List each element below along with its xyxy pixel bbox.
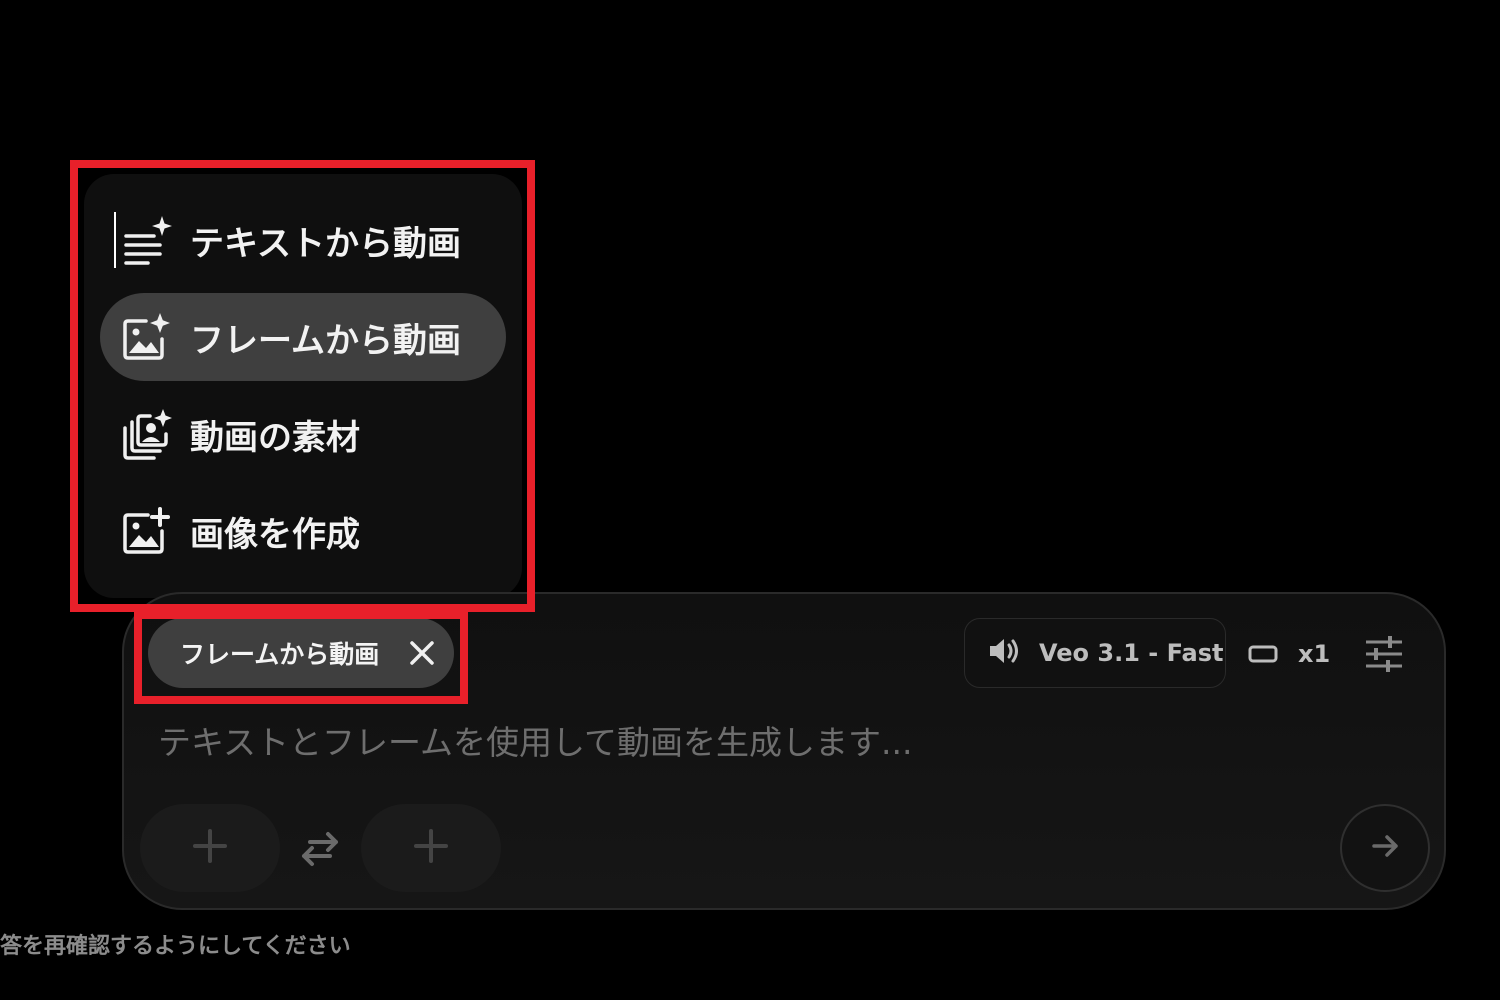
aspect-ratio-icon[interactable] — [1248, 644, 1278, 664]
prompt-input[interactable] — [158, 716, 1258, 768]
model-selector-button[interactable]: Veo 3.1 - Fast — [964, 618, 1226, 688]
text-caret — [114, 212, 116, 268]
image-plus-icon — [120, 505, 172, 557]
speaker-icon — [987, 636, 1021, 670]
ingredients-sparkle-icon — [120, 408, 172, 460]
menu-item-ingredients-to-video[interactable]: 動画の素材 — [100, 390, 506, 478]
model-label: Veo 3.1 - Fast — [1039, 639, 1224, 667]
mode-chip[interactable]: フレームから動画 — [148, 618, 454, 688]
add-end-frame-button[interactable] — [361, 804, 501, 892]
output-count[interactable]: x1 — [1298, 640, 1330, 668]
mode-chip-label: フレームから動画 — [180, 640, 380, 669]
menu-item-create-image[interactable]: 画像を作成 — [100, 487, 506, 575]
mode-menu: テキストから動画 フレームから動画 動画の素材 画像を作成 — [84, 174, 522, 598]
close-icon[interactable] — [406, 637, 438, 669]
menu-item-label: フレームから動画 — [190, 320, 461, 361]
menu-item-text-to-video[interactable]: テキストから動画 — [100, 196, 506, 284]
menu-item-label: テキストから動画 — [190, 223, 461, 264]
menu-item-label: 画像を作成 — [190, 514, 360, 555]
text-sparkle-icon — [120, 214, 172, 266]
menu-item-frames-to-video[interactable]: フレームから動画 — [100, 293, 506, 381]
swap-icon[interactable] — [296, 830, 344, 868]
menu-item-label: 動画の素材 — [190, 417, 360, 458]
plus-icon — [413, 828, 449, 868]
send-button[interactable] — [1340, 804, 1430, 892]
arrow-right-icon — [1370, 831, 1400, 865]
add-start-frame-button[interactable] — [140, 804, 280, 892]
disclaimer-text: 答を再確認するようにしてください — [0, 934, 351, 959]
plus-icon — [192, 828, 228, 868]
sliders-icon[interactable] — [1364, 634, 1404, 674]
image-sparkle-icon — [120, 311, 172, 363]
